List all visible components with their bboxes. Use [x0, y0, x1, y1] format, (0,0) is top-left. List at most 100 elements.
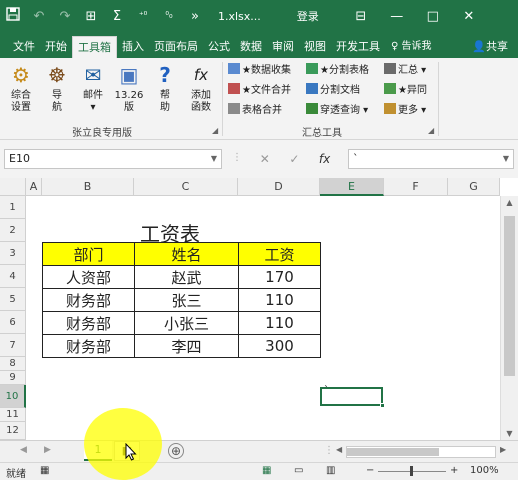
mail-button[interactable]: ✉ 邮件 ▾	[76, 62, 110, 114]
enter-icon[interactable]: ✓	[289, 152, 299, 166]
table-cell[interactable]: 170	[238, 265, 321, 289]
sum-icon[interactable]: Σ	[104, 9, 130, 24]
row-header-5[interactable]: 5	[0, 288, 26, 311]
chevron-down-icon[interactable]: ▼	[211, 150, 217, 168]
tab-formulas[interactable]: 公式	[203, 36, 235, 58]
table-cell[interactable]: 300	[238, 334, 321, 358]
zoom-slider-thumb[interactable]	[410, 466, 413, 476]
save-icon[interactable]	[0, 7, 26, 25]
zoom-level[interactable]: 100%	[470, 465, 499, 476]
table-cell[interactable]: 小张三	[134, 311, 239, 335]
row-header-1[interactable]: 1	[0, 196, 26, 219]
share-button[interactable]: 👤共享	[468, 36, 512, 58]
horizontal-scrollbar[interactable]	[346, 446, 496, 458]
tell-me-box[interactable]: ♀ 告诉我	[391, 36, 432, 58]
dialog-launcher-icon[interactable]: ◢	[428, 126, 434, 135]
vertical-scrollbar[interactable]: ▲ ▼	[500, 196, 518, 440]
navigate-button[interactable]: ☸ 导 航	[40, 62, 74, 114]
drag-handle-icon[interactable]: ⋮	[324, 445, 334, 456]
active-cell-e10[interactable]: `	[320, 385, 385, 408]
column-header-f[interactable]: F	[384, 178, 448, 196]
row-header-2[interactable]: 2	[0, 219, 26, 242]
row-header-4[interactable]: 4	[0, 265, 26, 288]
table-cell[interactable]: 财务部	[42, 311, 135, 335]
tab-data[interactable]: 数据	[235, 36, 267, 58]
row-header-12[interactable]: 12	[0, 422, 26, 440]
header-cell-salary[interactable]: 工资	[238, 242, 321, 266]
table-cell[interactable]: 李四	[134, 334, 239, 358]
insert-function-icon[interactable]: fx	[319, 152, 330, 166]
scroll-down-icon[interactable]: ▼	[501, 429, 518, 438]
row-header-9[interactable]: 9	[0, 371, 26, 385]
decimal-increase-icon[interactable]: ⁺⁰	[130, 11, 156, 21]
new-sheet-button[interactable]: ⊕	[168, 443, 184, 459]
column-header-c[interactable]: C	[134, 178, 238, 196]
tab-toolbox[interactable]: 工具箱	[72, 36, 117, 58]
column-header-g[interactable]: G	[448, 178, 500, 196]
column-header-a[interactable]: A	[26, 178, 42, 196]
help-button[interactable]: ? 帮 助	[148, 62, 182, 114]
scroll-right-icon[interactable]: ▶	[500, 445, 506, 454]
header-cell-department[interactable]: 部门	[42, 242, 135, 266]
version-button[interactable]: ▣ 13.26 版	[112, 62, 146, 114]
cancel-icon[interactable]: ✕	[260, 152, 270, 166]
table-cell[interactable]: 人资部	[42, 265, 135, 289]
add-function-button[interactable]: fx 添加 函数	[184, 62, 218, 114]
column-header-b[interactable]: B	[42, 178, 134, 196]
table-cell[interactable]: 110	[238, 288, 321, 312]
scroll-left-icon[interactable]: ◀	[336, 445, 342, 454]
zoom-in-button[interactable]: +	[450, 465, 458, 476]
summary-button[interactable]: 汇总 ▾	[384, 62, 426, 80]
row-header-3[interactable]: 3	[0, 242, 26, 265]
ribbon-display-icon[interactable]: ⊟	[343, 9, 379, 24]
page-break-view-icon[interactable]: ▥	[326, 465, 335, 476]
minimize-button[interactable]: —	[379, 9, 415, 24]
scroll-thumb[interactable]	[504, 216, 515, 376]
macro-record-icon[interactable]: ▦	[40, 465, 49, 476]
table-cell[interactable]: 110	[238, 311, 321, 335]
column-header-e[interactable]: E	[320, 178, 384, 196]
drill-query-button[interactable]: 穿透查询 ▾	[306, 102, 368, 120]
normal-view-icon[interactable]: ▦	[262, 465, 271, 476]
table-cell[interactable]: 财务部	[42, 334, 135, 358]
tab-page-layout[interactable]: 页面布局	[149, 36, 203, 58]
formula-input[interactable]: ` ▼	[348, 149, 514, 169]
undo-icon[interactable]: ↶	[26, 9, 52, 24]
dialog-launcher-icon[interactable]: ◢	[212, 126, 218, 135]
tab-home[interactable]: 开始	[40, 36, 72, 58]
row-header-11[interactable]: 11	[0, 408, 26, 422]
table-cell[interactable]: 赵武	[134, 265, 239, 289]
row-header-6[interactable]: 6	[0, 311, 26, 334]
maximize-button[interactable]: □	[415, 9, 451, 24]
column-header-d[interactable]: D	[238, 178, 320, 196]
zoom-out-button[interactable]: −	[366, 465, 374, 476]
format-painter-icon[interactable]: ⊞	[78, 9, 104, 24]
name-box[interactable]: E10 ▼	[4, 149, 222, 169]
tab-insert[interactable]: 插入	[117, 36, 149, 58]
more-button[interactable]: 更多 ▾	[384, 102, 426, 120]
page-layout-view-icon[interactable]: ▭	[294, 465, 303, 476]
select-all-corner[interactable]	[0, 178, 26, 196]
split-document-button[interactable]: 分割文档	[306, 82, 360, 100]
prev-sheet-icon[interactable]: ◀	[20, 445, 27, 455]
row-header-7[interactable]: 7	[0, 334, 26, 357]
login-link[interactable]: 登录	[297, 8, 319, 24]
data-collect-button[interactable]: ★数据收集	[228, 62, 291, 80]
row-header-8[interactable]: 8	[0, 357, 26, 371]
header-cell-name[interactable]: 姓名	[134, 242, 239, 266]
compare-button[interactable]: ★异同	[384, 82, 427, 100]
table-cell[interactable]: 财务部	[42, 288, 135, 312]
tab-view[interactable]: 视图	[299, 36, 331, 58]
decimal-decrease-icon[interactable]: ⁰₀	[156, 11, 182, 21]
drag-handle-icon[interactable]: ⋮	[232, 152, 242, 163]
chevron-down-icon[interactable]: ▼	[503, 150, 509, 168]
comprehensive-settings-button[interactable]: ⚙ 综合 设置	[4, 62, 38, 114]
tab-file[interactable]: 文件	[8, 36, 40, 58]
next-sheet-icon[interactable]: ▶	[44, 445, 51, 455]
tab-review[interactable]: 审阅	[267, 36, 299, 58]
tab-developer[interactable]: 开发工具	[331, 36, 385, 58]
file-merge-button[interactable]: ★文件合并	[228, 82, 291, 100]
table-cell[interactable]: 张三	[134, 288, 239, 312]
horizontal-scroll-thumb[interactable]	[347, 448, 439, 456]
fill-handle[interactable]	[380, 403, 385, 408]
